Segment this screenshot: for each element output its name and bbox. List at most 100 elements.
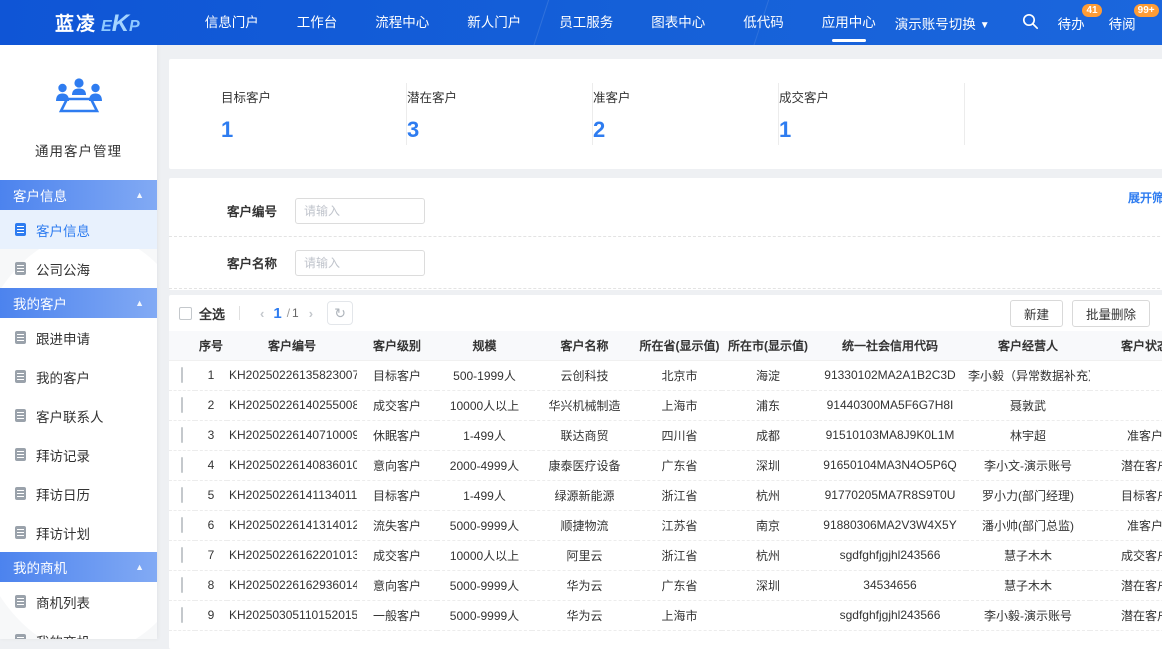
nav-item[interactable]: 新人门户: [448, 0, 540, 45]
sidebar-item[interactable]: 我的商机: [0, 621, 157, 639]
sidebar-item[interactable]: 客户联系人: [0, 396, 157, 435]
list-icon: [15, 448, 26, 461]
filter-rows: 客户编号客户名称: [169, 185, 1162, 289]
table-cell: 江苏省: [637, 510, 722, 540]
sidebar-item[interactable]: 商机列表: [0, 582, 157, 621]
sidebar-section-header[interactable]: 我的客户▲: [0, 288, 157, 318]
nav-item[interactable]: 信息门户: [186, 0, 278, 45]
list-icon: [15, 262, 26, 275]
row-checkbox[interactable]: [181, 427, 183, 443]
sidebar-item-label: 我的客户: [36, 367, 90, 387]
table-row: 7KH20250226162201013成交客户10000人以上阿里云浙江省杭州…: [169, 540, 1162, 570]
sidebar-item-label: 客户信息: [36, 220, 90, 240]
table-cell: KH20250226162936014: [227, 570, 357, 600]
table-cell: 北京市: [637, 360, 722, 390]
nav-item[interactable]: 流程中心: [356, 0, 448, 45]
filter-input[interactable]: [295, 198, 425, 224]
expand-filters-link[interactable]: 展开筛选: [1128, 189, 1162, 206]
table-cell: 2: [195, 390, 227, 420]
app-logo[interactable]: 蓝凌 EKP: [55, 9, 140, 36]
table-cell: 绿源新能源: [532, 480, 637, 510]
table-row: 1KH20250226135823007目标客户500-1999人云创科技北京市…: [169, 360, 1162, 390]
row-checkbox[interactable]: [181, 367, 183, 383]
sidebar-item[interactable]: 公司公海: [0, 249, 157, 288]
table-cell: 10000人以上: [437, 390, 532, 420]
stat-item[interactable]: 准客户 2: [593, 83, 779, 145]
table-header-row: 序号客户编号客户级别规模客户名称所在省(显示值)所在市(显示值)统一社会信用代码…: [169, 331, 1162, 360]
sidebar-app-title: 通用客户管理: [0, 140, 157, 160]
sidebar-item[interactable]: 客户信息: [0, 210, 157, 249]
column-header: 客户经营人: [966, 331, 1090, 360]
stat-item[interactable]: 成交客户1: [779, 83, 965, 145]
new-button[interactable]: 新建: [1010, 300, 1063, 327]
table-cell: KH20250226162201013: [227, 540, 357, 570]
list-icon: [15, 331, 26, 344]
unread-link[interactable]: 待阅99+: [1109, 13, 1136, 33]
table-cell: 91770205MA7R8S9T0U: [814, 480, 966, 510]
stat-label: 成交客户: [779, 87, 964, 106]
table-cell: 5000-9999人: [437, 510, 532, 540]
next-page-button[interactable]: ›: [303, 306, 319, 321]
sidebar-item-label: 拜访计划: [36, 523, 90, 543]
table-cell: 上海市: [637, 390, 722, 420]
logo-brand-cn: 蓝凌: [55, 9, 97, 36]
prev-page-button[interactable]: ‹: [254, 306, 270, 321]
table-row: 6KH20250226141314012流失客户5000-9999人顺捷物流江苏…: [169, 510, 1162, 540]
list-icon: [15, 409, 26, 422]
chevron-up-icon: ▲: [135, 298, 144, 308]
select-all-checkbox[interactable]: [179, 307, 192, 320]
filter-input[interactable]: [295, 250, 425, 276]
column-header: 所在市(显示值): [722, 331, 814, 360]
table-cell: [722, 600, 814, 630]
column-header: 序号: [195, 331, 227, 360]
nav-item[interactable]: 工作台: [278, 0, 357, 45]
nav-item[interactable]: 图表中心: [632, 0, 724, 45]
sidebar-item[interactable]: 我的客户: [0, 357, 157, 396]
todo-link[interactable]: 待办41: [1058, 13, 1085, 33]
row-checkbox[interactable]: [181, 397, 183, 413]
table-cell: KH20250226141134011: [227, 480, 357, 510]
stat-label: 目标客户: [221, 87, 406, 106]
customer-management-icon: [55, 75, 103, 115]
row-checkbox[interactable]: [181, 517, 183, 533]
chevron-down-icon: ▼: [980, 20, 990, 31]
sidebar-item[interactable]: 拜访日历: [0, 474, 157, 513]
search-icon[interactable]: [1016, 13, 1046, 33]
batch-delete-button[interactable]: 批量删除: [1072, 300, 1150, 327]
sidebar-item[interactable]: 拜访计划: [0, 513, 157, 552]
table-cell: 华为云: [532, 600, 637, 630]
sidebar-section-header[interactable]: 客户信息▲: [0, 180, 157, 210]
table-cell: 阿里云: [532, 540, 637, 570]
sidebar-section-header[interactable]: 我的商机▲: [0, 552, 157, 582]
nav-item[interactable]: 低代码: [724, 0, 803, 45]
sidebar-item[interactable]: 拜访记录: [0, 435, 157, 474]
table-cell: 浙江省: [637, 480, 722, 510]
unread-badge: 99+: [1134, 4, 1159, 17]
table-cell: 广东省: [637, 450, 722, 480]
column-header: 客户编号: [227, 331, 357, 360]
table-cell: 3: [195, 420, 227, 450]
account-switch-dropdown[interactable]: 演示账号切换▼: [895, 13, 990, 33]
list-icon: [15, 223, 26, 236]
row-checkbox[interactable]: [181, 487, 183, 503]
row-checkbox[interactable]: [181, 547, 183, 563]
stat-item[interactable]: 目标客户1: [221, 83, 407, 145]
table-cell: 5000-9999人: [437, 600, 532, 630]
stat-value: 2: [593, 117, 778, 143]
sidebar-item-label: 拜访记录: [36, 445, 90, 465]
table-cell: 成交客户: [357, 540, 437, 570]
row-checkbox[interactable]: [181, 607, 183, 623]
table-toolbar: 全选 ‹ 1 / 1 › ↻ 新建 批量删除: [169, 295, 1162, 331]
stat-item[interactable]: 潜在客户3: [407, 83, 593, 145]
table-cell: sgdfghfjgjhl243566: [814, 540, 966, 570]
sidebar-item[interactable]: 跟进申请: [0, 318, 157, 357]
row-checkbox[interactable]: [181, 577, 183, 593]
sidebar-item-label: 公司公海: [36, 259, 90, 279]
nav-item[interactable]: 应用中心: [803, 0, 895, 45]
refresh-icon[interactable]: ↻: [327, 301, 353, 325]
stat-label: 准客户: [593, 87, 778, 106]
table-cell: 深圳: [722, 450, 814, 480]
row-checkbox[interactable]: [181, 457, 183, 473]
table-cell: 91650104MA3N4O5P6Q: [814, 450, 966, 480]
nav-item[interactable]: 员工服务: [540, 0, 632, 45]
